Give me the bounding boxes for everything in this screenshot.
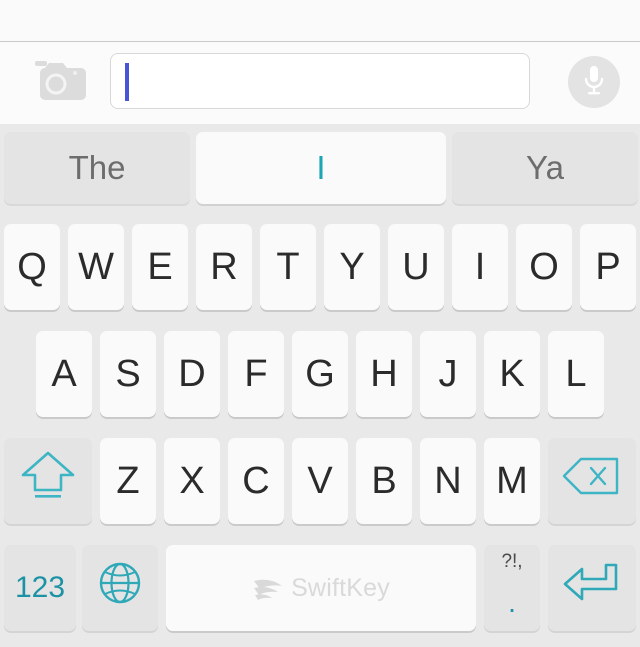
key-label: R [210,245,238,288]
keyboard: The I Ya Q W E R T Y U I O P A S D F G H… [0,124,640,647]
text-caret [125,63,129,101]
key-d[interactable]: D [164,331,220,417]
key-label: H [370,352,398,395]
key-l[interactable]: L [548,331,604,417]
shift-arrow-icon [19,448,77,514]
key-p[interactable]: P [580,224,636,310]
suggestion-bar: The I Ya [0,124,640,217]
shift-key[interactable] [4,438,92,524]
key-m[interactable]: M [484,438,540,524]
suggestion-label: The [68,149,126,186]
key-j[interactable]: J [420,331,476,417]
key-label: W [78,245,114,288]
key-c[interactable]: C [228,438,284,524]
globe-icon [96,559,144,617]
key-label: D [178,352,206,395]
key-row-3: Z X C V B N M [0,434,640,528]
key-label: X [179,459,205,502]
swiftkey-wordmark: SwiftKey [291,573,390,602]
key-r[interactable]: R [196,224,252,310]
key-g[interactable]: G [292,331,348,417]
key-e[interactable]: E [132,224,188,310]
backspace-icon [561,454,623,508]
key-o[interactable]: O [516,224,572,310]
key-n[interactable]: N [420,438,476,524]
key-u[interactable]: U [388,224,444,310]
key-label: J [438,352,458,395]
key-y[interactable]: Y [324,224,380,310]
suggestion-label: Ya [526,149,564,186]
keyboard-screen: The I Ya Q W E R T Y U I O P A S D F G H… [0,0,640,647]
voice-input-button[interactable] [568,56,620,108]
text-input-field[interactable] [110,53,530,109]
key-x[interactable]: X [164,438,220,524]
key-label: E [147,245,173,288]
key-label: K [499,352,525,395]
microphone-icon [579,63,609,102]
key-a[interactable]: A [36,331,92,417]
key-label: Y [339,245,365,288]
key-w[interactable]: W [68,224,124,310]
return-arrow-icon [560,559,624,617]
key-v[interactable]: V [292,438,348,524]
key-label: M [496,459,528,502]
key-label: V [307,459,333,502]
key-label: T [276,245,300,288]
suggestion-label: I [316,149,326,186]
language-switch-key[interactable] [82,545,158,631]
key-label: I [474,245,486,288]
suggestion-candidate-0[interactable]: The [4,132,190,204]
key-label: O [529,245,559,288]
key-label: L [565,352,587,395]
key-t[interactable]: T [260,224,316,310]
swiftkey-logo-icon: SwiftKey [252,574,390,603]
key-z[interactable]: Z [100,438,156,524]
punctuation-primary-label: . [508,587,516,618]
key-s[interactable]: S [100,331,156,417]
key-q[interactable]: Q [4,224,60,310]
key-label: B [371,459,397,502]
space-key[interactable]: SwiftKey [166,545,476,631]
punctuation-key[interactable]: ?!, . [484,545,540,631]
key-h[interactable]: H [356,331,412,417]
key-k[interactable]: K [484,331,540,417]
key-label: S [115,352,141,395]
key-i[interactable]: I [452,224,508,310]
camera-button[interactable] [22,59,90,107]
app-content-area [0,0,640,42]
key-label: A [51,352,77,395]
input-bar [0,43,640,124]
enter-key[interactable] [548,545,636,631]
key-label: G [305,352,335,395]
key-row-1: Q W E R T Y U I O P [0,220,640,314]
numeric-mode-key[interactable]: 123 [4,545,76,631]
suggestion-candidate-1[interactable]: I [196,132,446,204]
key-row-4: 123 SwiftKey ?!, . [0,541,640,635]
punctuation-secondary-label: ?!, [501,551,523,572]
camera-icon [25,59,87,108]
key-b[interactable]: B [356,438,412,524]
suggestion-candidate-2[interactable]: Ya [452,132,638,204]
key-label: N [434,459,462,502]
key-label: F [244,352,268,395]
backspace-key[interactable] [548,438,636,524]
key-f[interactable]: F [228,331,284,417]
key-row-2: A S D F G H J K L [0,327,640,421]
key-label: Q [17,245,47,288]
key-label: 123 [14,571,66,604]
key-label: Z [116,459,140,502]
key-label: P [595,245,621,288]
key-label: C [242,459,270,502]
key-label: U [402,245,430,288]
